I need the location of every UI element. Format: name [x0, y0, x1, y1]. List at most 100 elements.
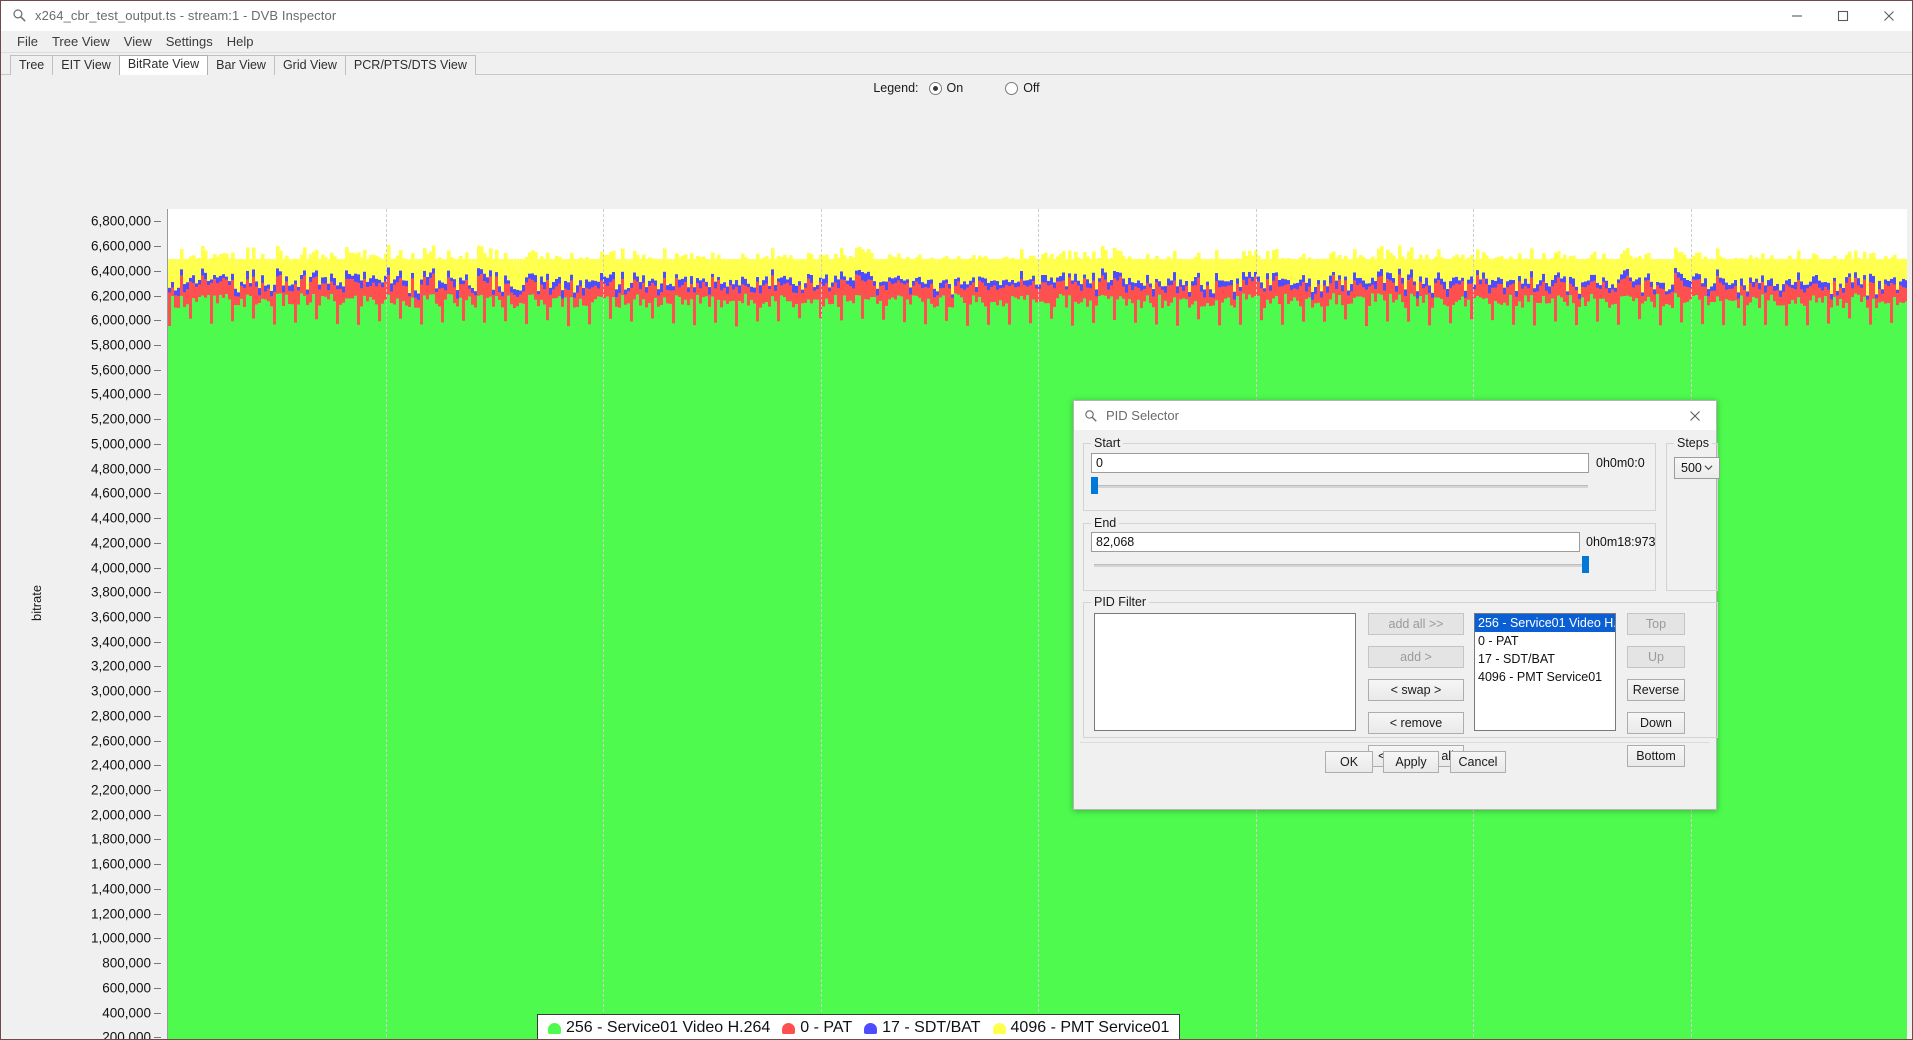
start-group-label: Start: [1091, 436, 1124, 450]
window-controls: [1774, 1, 1912, 31]
y-axis-tick-mark: [154, 468, 161, 470]
transfer-button-add: add >: [1368, 646, 1464, 668]
legend-swatch-icon: [548, 1022, 561, 1034]
menu-item-help[interactable]: Help: [220, 32, 261, 51]
y-axis-tick-mark: [154, 1012, 161, 1014]
y-axis-tick-label: 5,200,000: [90, 411, 151, 427]
ok-button[interactable]: OK: [1325, 751, 1373, 773]
start-slider-thumb[interactable]: [1091, 477, 1098, 494]
selected-pid-list[interactable]: 256 - Service01 Video H.2640 - PAT17 - S…: [1474, 613, 1616, 731]
y-axis-tick-mark: [154, 839, 161, 841]
y-axis-tick-label: 4,600,000: [90, 485, 151, 501]
y-axis-tick-mark: [154, 493, 161, 495]
y-axis-tick-label: 5,000,000: [90, 436, 151, 452]
y-axis-tick-label: 4,400,000: [90, 510, 151, 526]
cancel-button[interactable]: Cancel: [1450, 751, 1506, 773]
y-axis-tick-mark: [154, 221, 161, 223]
y-axis-tick-mark: [154, 864, 161, 866]
available-pid-list[interactable]: [1094, 613, 1356, 731]
y-axis-tick-label: 1,400,000: [90, 881, 151, 897]
legend-item-label: 17 - SDT/BAT: [882, 1019, 981, 1036]
y-axis-tick-label: 5,600,000: [90, 362, 151, 378]
tab-tree[interactable]: Tree: [10, 55, 54, 75]
legend-swatch-icon: [782, 1022, 796, 1034]
end-time-label: 0h0m18:973: [1586, 535, 1656, 549]
y-axis-tick-mark: [154, 320, 161, 322]
y-axis-tick-label: 3,000,000: [90, 683, 151, 699]
end-slider-thumb[interactable]: [1582, 556, 1589, 573]
chart-gridline: [820, 209, 822, 1039]
y-axis-tick-mark: [154, 715, 161, 717]
minimize-button[interactable]: [1774, 1, 1820, 31]
order-button-reverse[interactable]: Reverse: [1627, 679, 1685, 701]
steps-selected-value: 500: [1681, 461, 1702, 475]
tab-eit-view[interactable]: EIT View: [52, 55, 120, 75]
y-axis-tick-label: 3,800,000: [90, 584, 151, 600]
y-axis-tick-label: 6,600,000: [90, 238, 151, 254]
y-axis-tick-mark: [154, 987, 161, 989]
window-title: x264_cbr_test_output.ts - stream:1 - DVB…: [35, 8, 337, 23]
tab-pcr-pts-dts-view[interactable]: PCR/PTS/DTS View: [344, 55, 476, 75]
menu-item-view[interactable]: View: [117, 32, 159, 51]
y-axis-tick-mark: [154, 740, 161, 742]
legend-swatch-icon: [992, 1022, 1006, 1034]
y-axis-tick-mark: [154, 394, 161, 396]
close-button[interactable]: [1866, 1, 1912, 31]
chart-gridline: [1038, 209, 1039, 1039]
y-axis-tick-mark: [154, 691, 161, 693]
y-axis-tick-label: 2,000,000: [90, 807, 151, 823]
end-group-label: End: [1091, 516, 1120, 530]
dialog-close-button[interactable]: [1674, 401, 1716, 430]
menu-item-settings[interactable]: Settings: [159, 32, 220, 51]
chart-gridline: [385, 209, 387, 1039]
tab-bar-view[interactable]: Bar View: [207, 55, 275, 75]
tab-grid-view[interactable]: Grid View: [273, 55, 346, 75]
start-slider-track[interactable]: [1094, 485, 1588, 488]
list-item[interactable]: 4096 - PMT Service01: [1475, 668, 1615, 686]
dialog-titlebar: PID Selector: [1074, 401, 1716, 430]
legend-radio-on[interactable]: On: [928, 81, 963, 95]
magnifier-icon: [11, 8, 27, 24]
legend-swatch-icon: [864, 1022, 878, 1034]
y-axis-tick-mark: [154, 246, 161, 248]
radio-on-icon[interactable]: [928, 81, 942, 95]
y-axis-tick-mark: [154, 518, 161, 520]
order-button-up: Up: [1627, 646, 1685, 668]
y-axis-tick-mark: [154, 542, 161, 544]
y-axis-tick-mark: [154, 369, 161, 371]
end-slider-track[interactable]: [1094, 564, 1588, 567]
chart-legend: 256 - Service01 Video H.264 0 - PAT 17 - S…: [537, 1014, 1181, 1039]
list-item[interactable]: 256 - Service01 Video H.264: [1475, 614, 1615, 632]
y-axis-tick-mark: [154, 344, 161, 346]
legend-item-label: 256 - Service01 Video H.264: [566, 1019, 771, 1036]
order-button-down[interactable]: Down: [1627, 712, 1685, 734]
y-axis-tick-label: 4,800,000: [90, 461, 151, 477]
steps-dropdown[interactable]: 500: [1674, 457, 1720, 479]
pid-filter-group-label: PID Filter: [1091, 595, 1150, 609]
end-input[interactable]: 82,068: [1091, 532, 1580, 552]
list-item[interactable]: 0 - PAT: [1475, 632, 1615, 650]
y-axis-tick-label: 1,200,000: [90, 906, 151, 922]
y-axis-label: bitrate: [29, 584, 44, 621]
chevron-down-icon: [1704, 463, 1713, 473]
dialog-title: PID Selector: [1106, 408, 1179, 423]
list-item[interactable]: 17 - SDT/BAT: [1475, 650, 1615, 668]
transfer-button-add-all: add all >>: [1368, 613, 1464, 635]
y-axis-tick-label: 6,000,000: [90, 312, 151, 328]
transfer-button-swap[interactable]: < swap >: [1368, 679, 1464, 701]
menu-item-file[interactable]: File: [10, 32, 45, 51]
y-axis-tick-label: 4,200,000: [90, 535, 151, 551]
apply-button[interactable]: Apply: [1383, 751, 1439, 773]
start-input[interactable]: 0: [1091, 453, 1589, 473]
y-axis-tick-mark: [154, 419, 161, 421]
order-button-bottom[interactable]: Bottom: [1627, 745, 1685, 767]
tab-bitrate-view[interactable]: BitRate View: [118, 55, 209, 75]
start-input-value: 0: [1096, 456, 1103, 470]
radio-off-icon[interactable]: [1005, 81, 1019, 95]
transfer-button-remove[interactable]: < remove: [1368, 712, 1464, 734]
legend-radio-off[interactable]: Off: [1005, 81, 1040, 95]
menu-item-tree-view[interactable]: Tree View: [45, 32, 117, 51]
maximize-button[interactable]: [1820, 1, 1866, 31]
y-axis-tick-label: 600,000: [102, 980, 151, 996]
view-tabbar: Tree EIT View BitRate View Bar View Grid…: [1, 53, 1912, 75]
